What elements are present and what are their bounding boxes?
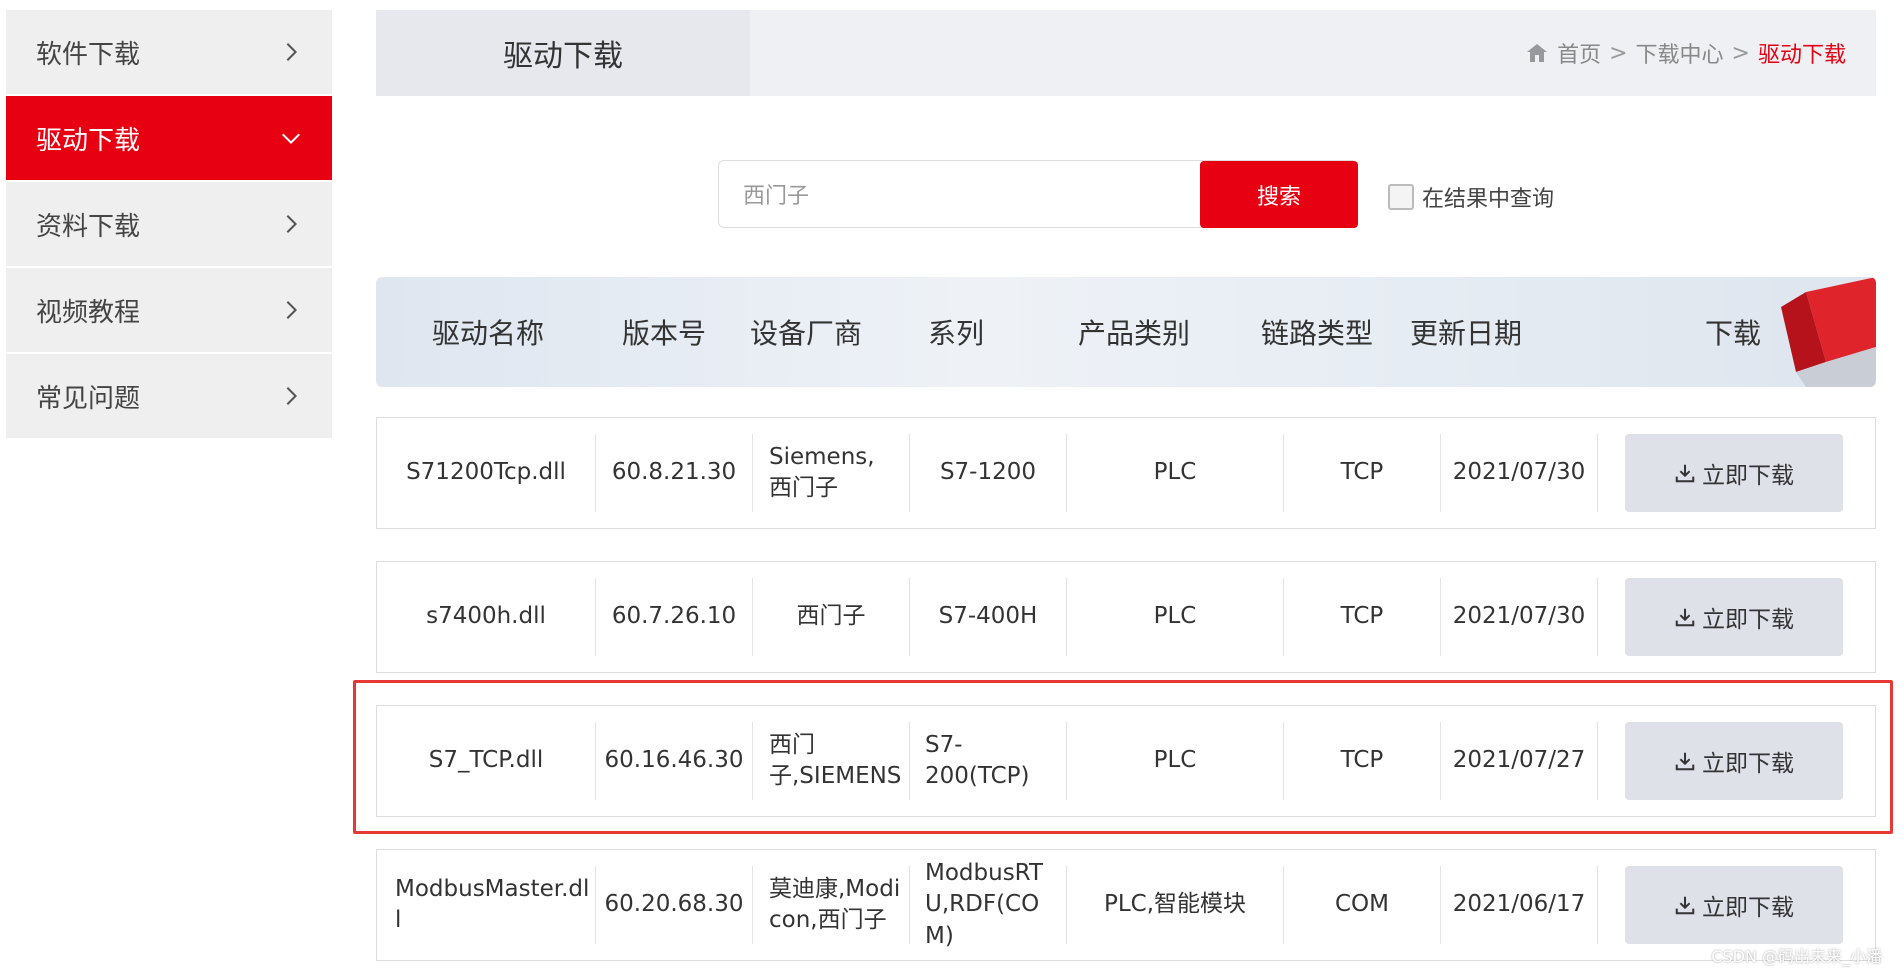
breadcrumb-download-center[interactable]: 下载中心 (1636, 37, 1724, 69)
cell-date: 2021/06/17 (1452, 891, 1586, 918)
search-input[interactable] (719, 161, 1199, 227)
sidebar-item-label: 驱动下载 (36, 125, 141, 156)
column-header-category: 产品类别 (1077, 317, 1190, 350)
chevron-down-icon (280, 127, 302, 149)
download-icon (1675, 464, 1695, 483)
table-row: S71200Tcp.dll 60.8.21.30 Siemens,西门子 S7-… (376, 417, 1876, 529)
cell-name: ModbusMaster.dll (395, 875, 590, 933)
column-header-vendor: 设备厂商 (749, 317, 862, 350)
chevron-right-icon (280, 213, 302, 235)
divider (752, 434, 753, 512)
cell-series: ModbusRTU,RDF(COM) (925, 860, 1044, 949)
divider (1597, 866, 1598, 944)
cell-version: 60.8.21.30 (611, 459, 737, 486)
sidebar-item-faq[interactable]: 常见问题 (6, 354, 332, 438)
sidebar-item-label: 软件下载 (36, 39, 141, 70)
column-header-update-date: 更新日期 (1409, 317, 1522, 350)
download-button[interactable]: 立即下载 (1625, 434, 1843, 512)
cell-link-type: TCP (1340, 603, 1384, 630)
column-header-download: 下载 (1704, 317, 1761, 350)
watermark: CSDN @码出未来_小潘 (1711, 947, 1882, 966)
sidebar-item-label: 视频教程 (36, 297, 141, 328)
download-button[interactable]: 立即下载 (1625, 578, 1843, 656)
cell-version: 60.7.26.10 (611, 603, 737, 630)
download-icon (1675, 896, 1695, 915)
sidebar-item-label: 常见问题 (36, 383, 141, 414)
download-button-label: 立即下载 (1702, 895, 1794, 921)
column-header-name: 驱动名称 (431, 317, 544, 350)
cell-link-type: COM (1334, 891, 1389, 918)
breadcrumb: 首页 > 下载中心 > 驱动下载 (1525, 10, 1846, 96)
cell-name: S71200Tcp.dll (406, 459, 566, 486)
section-header: 驱动下载 首页 > 下载中心 > 驱动下载 (376, 10, 1876, 96)
column-header-version: 版本号 (621, 317, 706, 350)
download-icon (1675, 608, 1695, 627)
breadcrumb-home[interactable]: 首页 (1557, 37, 1601, 69)
divider (1597, 434, 1598, 512)
cell-version: 60.20.68.30 (604, 891, 744, 918)
cell-series: S7-400H (938, 603, 1038, 630)
download-button-label: 立即下载 (1702, 463, 1794, 489)
cell-date: 2021/07/30 (1452, 459, 1586, 486)
breadcrumb-current: 驱动下载 (1757, 43, 1846, 68)
divider (909, 866, 910, 944)
search-within-results[interactable]: 在结果中查询 (1388, 181, 1554, 213)
cell-category: PLC (1153, 603, 1197, 630)
divider (1597, 578, 1598, 656)
chevron-right-icon (280, 299, 302, 321)
sidebar-item-label: 资料下载 (36, 211, 141, 242)
cell-date: 2021/07/30 (1452, 603, 1586, 630)
search-button[interactable]: 搜索 (1200, 161, 1358, 228)
column-header-link-type: 链路类型 (1260, 317, 1373, 350)
cell-link-type: TCP (1340, 459, 1384, 486)
cell-category: PLC,智能模块 (1103, 891, 1247, 918)
breadcrumb-separator: > (1609, 40, 1628, 66)
cell-vendor: 西门子 (796, 603, 866, 630)
sidebar-item-video[interactable]: 视频教程 (6, 268, 332, 352)
download-button-label: 立即下载 (1702, 607, 1794, 633)
cell-name: s7400h.dll (426, 603, 546, 630)
table-header: 驱动名称 版本号 设备厂商 系列 产品类别 链路类型 更新日期 下载 (376, 277, 1876, 387)
sidebar-item-driver[interactable]: 驱动下载 (6, 96, 332, 180)
sidebar: 软件下载 驱动下载 资料下载 视频教程 常见问题 (6, 10, 332, 440)
divider (752, 866, 753, 944)
cell-category: PLC (1153, 459, 1197, 486)
page-title: 驱动下载 (376, 10, 750, 96)
column-header-series: 系列 (927, 317, 984, 350)
search-within-results-label: 在结果中查询 (1422, 187, 1555, 212)
table-row: s7400h.dll 60.7.26.10 西门子 S7-400H PLC TC… (376, 561, 1876, 673)
search-within-results-checkbox[interactable] (1388, 184, 1414, 210)
breadcrumb-separator: > (1731, 40, 1750, 66)
cell-vendor: 莫迪康,Modicon,西门子 (769, 875, 901, 933)
highlight-box (353, 680, 1893, 834)
chevron-right-icon (280, 41, 302, 63)
sidebar-item-docs[interactable]: 资料下载 (6, 182, 332, 266)
cell-vendor: Siemens,西门子 (769, 443, 875, 501)
chevron-right-icon (280, 385, 302, 407)
home-icon[interactable] (1525, 41, 1549, 65)
download-button[interactable]: 立即下载 (1625, 866, 1843, 944)
table-row: ModbusMaster.dll 60.20.68.30 莫迪康,Modicon… (376, 849, 1876, 961)
cell-series: S7-1200 (939, 459, 1037, 486)
sidebar-item-software[interactable]: 软件下载 (6, 10, 332, 94)
